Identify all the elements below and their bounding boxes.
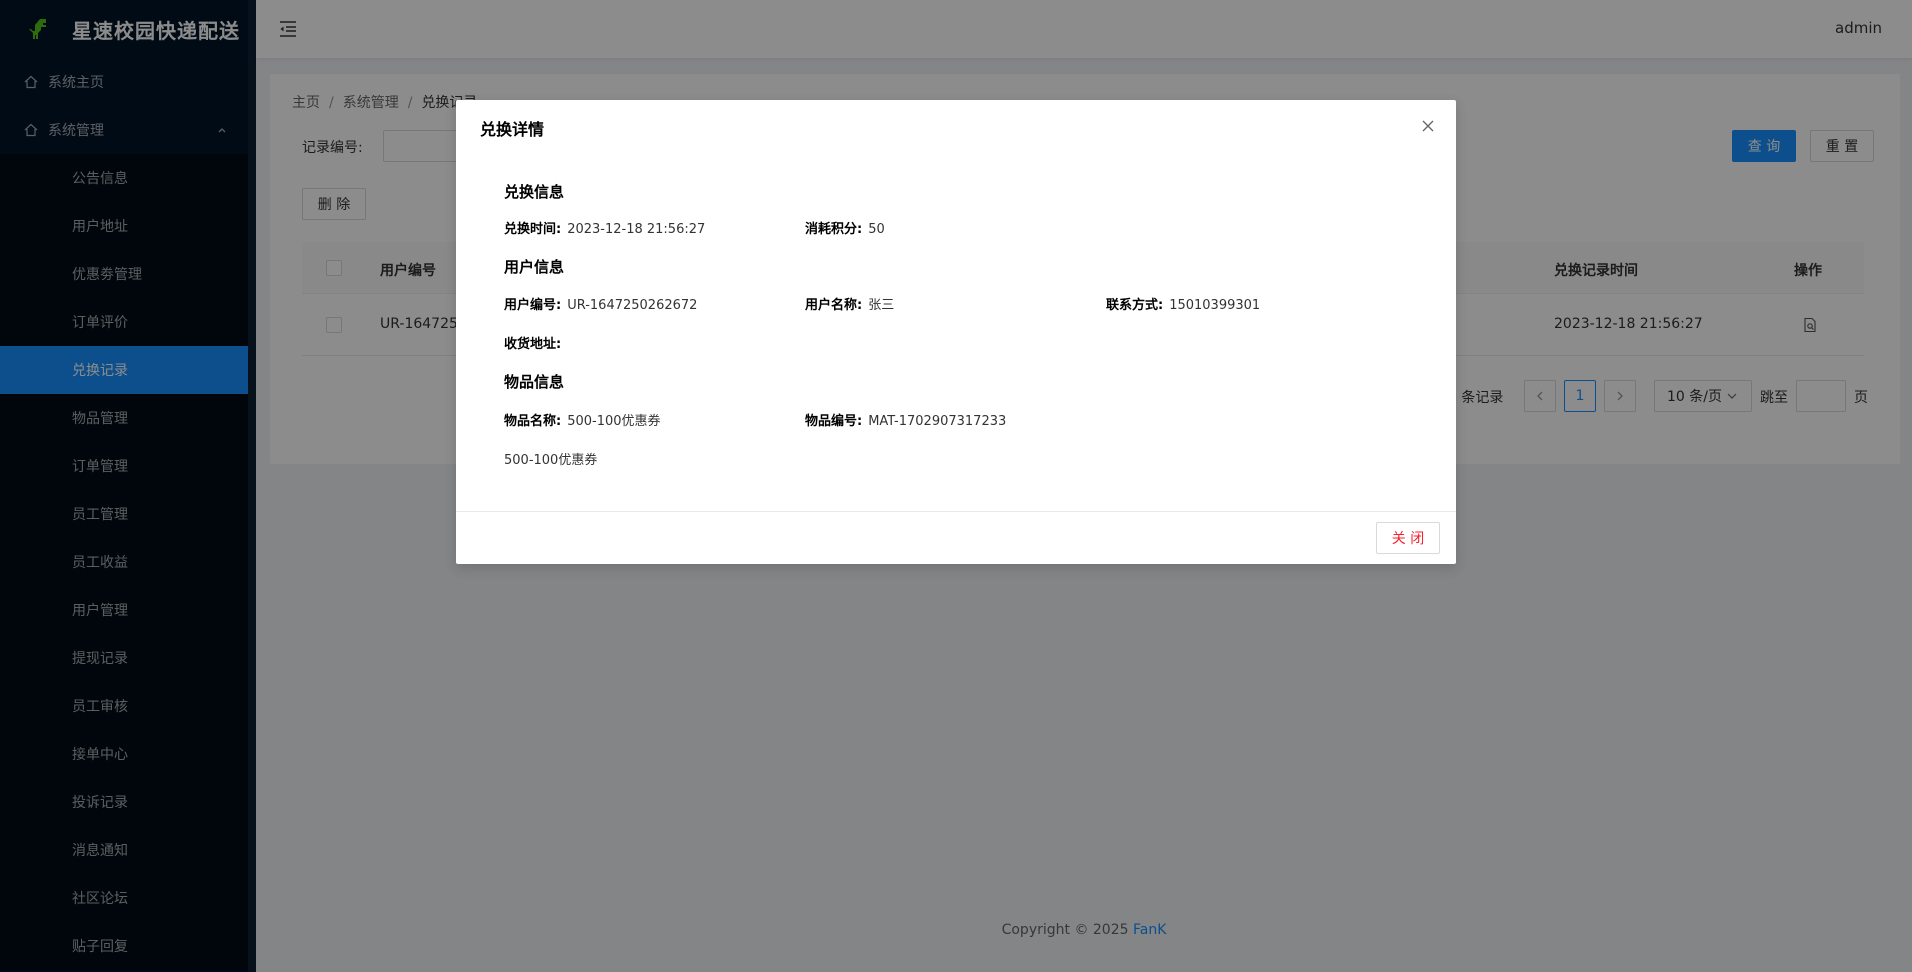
modal-body: 兑换信息 兑换时间: 2023-12-18 21:56:27 消耗积分: 50 用户… xyxy=(456,155,1456,511)
exchange-time-value: 2023-12-18 21:56:27 xyxy=(567,222,706,237)
points-field: 消耗积分: 50 xyxy=(805,218,885,237)
user-name-label: 用户名称: xyxy=(805,298,863,313)
item-no-label: 物品编号: xyxy=(805,414,863,429)
item-no-value: MAT-1702907317233 xyxy=(868,414,1007,429)
modal-footer: 关 闭 xyxy=(456,511,1456,564)
points-value: 50 xyxy=(868,222,885,237)
user-info-title: 用户信息 xyxy=(504,258,565,276)
close-button[interactable]: 关 闭 xyxy=(1376,522,1440,554)
user-phone-field: 联系方式: 15010399301 xyxy=(1106,294,1260,313)
item-name-value: 500-100优惠券 xyxy=(567,414,661,429)
item-no-field: 物品编号: MAT-1702907317233 xyxy=(805,410,1006,429)
user-no-label: 用户编号: xyxy=(504,298,562,313)
points-label: 消耗积分: xyxy=(805,222,863,237)
item-info-title: 物品信息 xyxy=(504,373,565,391)
user-no-value: UR-1647250262672 xyxy=(567,298,698,313)
exchange-time-label: 兑换时间: xyxy=(504,222,562,237)
user-phone-value: 15010399301 xyxy=(1169,298,1261,313)
exchange-detail-modal: 兑换详情 兑换信息 兑换时间: 2023-12-18 21:56:27 消耗积分:… xyxy=(456,100,1456,564)
user-phone-label: 联系方式: xyxy=(1106,298,1164,313)
exchange-info-title: 兑换信息 xyxy=(504,183,565,201)
modal-header: 兑换详情 xyxy=(456,100,1456,155)
close-icon[interactable] xyxy=(1420,118,1436,134)
user-name-value: 张三 xyxy=(868,298,895,313)
modal-title: 兑换详情 xyxy=(480,120,545,139)
exchange-time-field: 兑换时间: 2023-12-18 21:56:27 xyxy=(504,218,705,237)
item-description: 500-100优惠券 xyxy=(504,453,598,468)
item-name-label: 物品名称: xyxy=(504,414,562,429)
user-name-field: 用户名称: 张三 xyxy=(805,294,894,313)
address-field: 收货地址: xyxy=(504,333,567,352)
item-name-field: 物品名称: 500-100优惠券 xyxy=(504,410,661,429)
address-label: 收货地址: xyxy=(504,337,562,352)
user-no-field: 用户编号: UR-1647250262672 xyxy=(504,294,697,313)
